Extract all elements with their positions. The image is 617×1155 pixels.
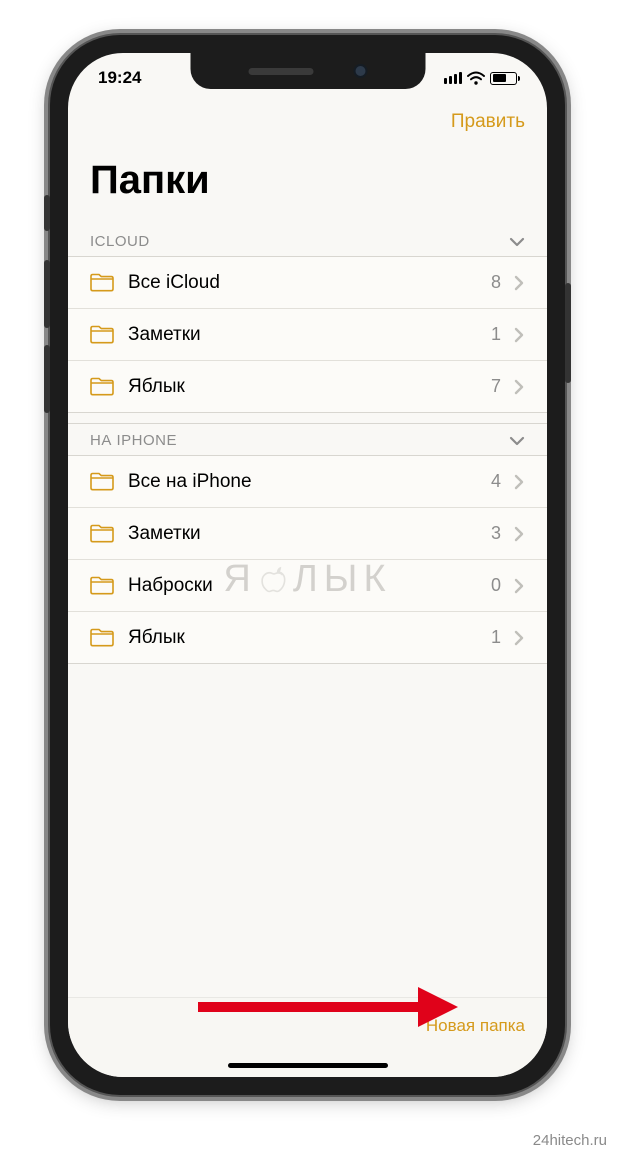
volume-down-button (44, 345, 50, 413)
folder-row[interactable]: Заметки 3 (68, 508, 547, 560)
folder-count: 1 (491, 627, 501, 648)
folder-count: 8 (491, 272, 501, 293)
power-button (565, 283, 571, 383)
folder-count: 1 (491, 324, 501, 345)
edit-button[interactable]: Править (451, 111, 525, 133)
folder-row[interactable]: Яблык 7 (68, 361, 547, 413)
chevron-right-icon (513, 474, 525, 490)
folder-count: 3 (491, 523, 501, 544)
folder-count: 7 (491, 376, 501, 397)
section-header-icloud[interactable]: ICLOUD (68, 225, 547, 257)
folder-name: Яблык (128, 627, 491, 649)
chevron-down-icon (509, 235, 525, 249)
folder-list: ICLOUD Все iCloud 8 Заметки 1 (68, 225, 547, 664)
chevron-right-icon (513, 275, 525, 291)
folder-row[interactable]: Наброски 0 (68, 560, 547, 612)
front-camera (353, 64, 367, 78)
folder-count: 4 (491, 471, 501, 492)
folder-icon (90, 524, 114, 543)
chevron-right-icon (513, 578, 525, 594)
status-time: 19:24 (98, 68, 141, 88)
folder-count: 0 (491, 575, 501, 596)
folder-icon (90, 325, 114, 344)
folder-icon (90, 472, 114, 491)
folder-row[interactable]: Все на iPhone 4 (68, 456, 547, 508)
speaker-grille (248, 68, 313, 75)
folder-icon (90, 576, 114, 595)
home-indicator[interactable] (228, 1063, 388, 1068)
chevron-right-icon (513, 379, 525, 395)
chevron-down-icon (509, 434, 525, 448)
annotation-arrow (198, 993, 458, 1019)
section-header-label: НА IPHONE (90, 432, 177, 449)
battery-icon (490, 72, 517, 85)
volume-up-button (44, 260, 50, 328)
phone-frame: 19:24 Править Папки ICLOUD Все iCloud 8 (50, 35, 565, 1095)
folder-icon (90, 273, 114, 292)
screen: 19:24 Править Папки ICLOUD Все iCloud 8 (68, 53, 547, 1077)
notch (190, 53, 425, 89)
folder-name: Заметки (128, 523, 491, 545)
folder-icon (90, 377, 114, 396)
folder-name: Все iCloud (128, 272, 491, 294)
chevron-right-icon (513, 630, 525, 646)
section-header-iphone[interactable]: НА IPHONE (68, 423, 547, 456)
source-credit: 24hitech.ru (533, 1132, 607, 1149)
page-title: Папки (90, 158, 210, 203)
folder-name: Наброски (128, 575, 491, 597)
section-header-label: ICLOUD (90, 233, 150, 250)
mute-switch (44, 195, 50, 231)
folder-name: Все на iPhone (128, 471, 491, 493)
folder-row[interactable]: Все iCloud 8 (68, 257, 547, 309)
folder-name: Заметки (128, 324, 491, 346)
folder-row[interactable]: Заметки 1 (68, 309, 547, 361)
folder-row[interactable]: Яблык 1 (68, 612, 547, 664)
folder-name: Яблык (128, 376, 491, 398)
chevron-right-icon (513, 327, 525, 343)
chevron-right-icon (513, 526, 525, 542)
cellular-icon (444, 72, 463, 84)
folder-icon (90, 628, 114, 647)
wifi-icon (467, 71, 485, 85)
